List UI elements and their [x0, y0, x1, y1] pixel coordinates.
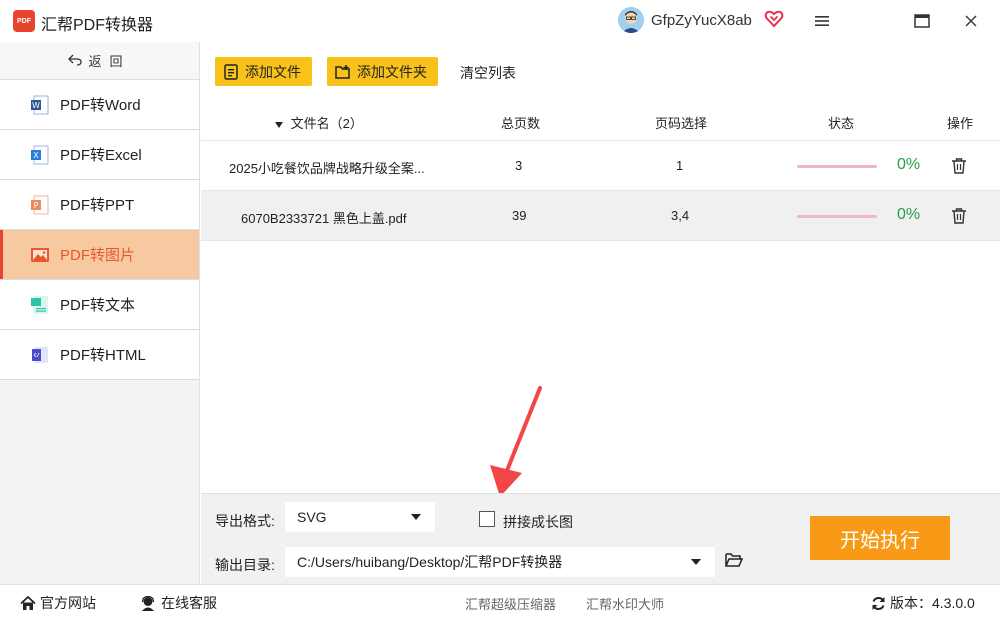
online-support-label: 在线客服 — [161, 595, 217, 611]
status-column-header: 状态 — [828, 116, 855, 131]
table-row[interactable]: 6070B2333721 黑色上盖.pdf 39 3,4 0% — [201, 191, 1000, 241]
sidebar-item-ppt[interactable]: P PDF转PPT — [0, 180, 199, 230]
close-icon[interactable] — [958, 8, 984, 34]
progress-percent: 0% — [897, 156, 921, 173]
title-bar: PDF 汇帮PDF转换器 GfpZyYucX8ab — [0, 0, 1000, 42]
output-dir-select[interactable]: C:/Users/huibang/Desktop/汇帮PDF转换器 — [285, 547, 715, 577]
format-value: SVG — [297, 509, 327, 525]
progress-percent: 0% — [897, 206, 921, 223]
add-file-button[interactable]: 添加文件 — [215, 57, 312, 86]
actions-column-header: 操作 — [947, 116, 974, 131]
super-compressor-link[interactable]: 汇帮超级压缩器 — [465, 594, 556, 613]
version-number: 4.3.0.0 — [932, 595, 975, 611]
back-label: 返回 — [88, 54, 131, 69]
html-icon — [30, 345, 50, 365]
page-select-cell[interactable]: 3,4 — [671, 208, 689, 223]
format-select[interactable]: SVG — [285, 502, 435, 532]
toolbar: 添加文件 添加文件夹 清空列表 — [201, 42, 1000, 100]
table-header: 文件名（2） 总页数 页码选择 状态 操作 — [201, 100, 1000, 141]
sidebar-item-word[interactable]: W PDF转Word — [0, 80, 199, 130]
chevron-down-icon — [691, 559, 701, 565]
sidebar-item-label: PDF转图片 — [60, 247, 136, 264]
back-button[interactable]: 返回 — [0, 42, 199, 80]
pages-column-header: 总页数 — [501, 116, 541, 131]
sidebar-item-image[interactable]: PDF转图片 — [0, 230, 199, 280]
username: GfpZyYucX8ab — [651, 12, 752, 29]
app-title: 汇帮PDF转换器 — [41, 17, 154, 34]
table-row[interactable]: 2025小吃餐饮品牌战略升级全案... 3 1 0% — [201, 141, 1000, 191]
output-dir-value: C:/Users/huibang/Desktop/汇帮PDF转换器 — [297, 554, 563, 570]
version-info[interactable]: 版本： 4.3.0.0 — [871, 593, 975, 613]
progress-bar — [797, 165, 877, 168]
version-label: 版本： — [890, 595, 932, 611]
format-label: 导出格式: — [215, 513, 275, 529]
official-website-label: 官方网站 — [40, 595, 96, 611]
merge-long-image-label[interactable]: 拼接成长图 — [503, 512, 573, 532]
trash-icon[interactable] — [951, 157, 967, 175]
sort-filename-header[interactable]: 文件名（2） — [275, 113, 363, 132]
ppt-icon: P — [30, 195, 50, 215]
image-icon — [30, 245, 50, 265]
annotation-arrow-icon — [480, 385, 550, 500]
sidebar-item-text[interactable]: PDF转文本 — [0, 280, 199, 330]
start-button[interactable]: 开始执行 — [810, 516, 950, 560]
output-dir-label: 输出目录: — [215, 557, 275, 573]
menu-icon[interactable] — [809, 8, 835, 34]
folder-open-icon[interactable] — [725, 552, 744, 568]
trash-icon[interactable] — [951, 207, 967, 225]
home-icon — [20, 595, 36, 611]
headset-icon — [140, 595, 156, 611]
clear-list-button[interactable]: 清空列表 — [460, 63, 516, 83]
sidebar-item-label: PDF转PPT — [60, 197, 135, 214]
filename-column-header: 文件名（2） — [290, 116, 363, 131]
avatar[interactable] — [618, 7, 644, 33]
add-folder-icon — [335, 64, 351, 80]
back-arrow-icon — [68, 53, 83, 69]
pages-cell: 3 — [515, 158, 523, 173]
options-panel: 导出格式: SVG 拼接成长图 输出目录: C:/Users/huibang/D… — [201, 493, 1000, 584]
sidebar-item-excel[interactable]: X PDF转Excel — [0, 130, 199, 180]
filename-cell: 6070B2333721 黑色上盖.pdf — [241, 211, 407, 226]
sidebar-item-html[interactable]: PDF转HTML — [0, 330, 199, 380]
add-file-label: 添加文件 — [245, 63, 301, 80]
filename-cell: 2025小吃餐饮品牌战略升级全案... — [229, 161, 425, 176]
add-folder-label: 添加文件夹 — [357, 63, 427, 80]
word-icon: W — [30, 95, 50, 115]
page-select-column-header: 页码选择 — [655, 116, 708, 131]
sort-down-icon — [275, 121, 283, 128]
refresh-icon — [871, 596, 886, 611]
footer: 官方网站 在线客服 汇帮超级压缩器 汇帮水印大师 版本： 4.3.0.0 — [0, 584, 1000, 617]
text-icon — [30, 295, 50, 315]
svg-text:X: X — [33, 151, 39, 160]
chevron-down-icon — [411, 514, 421, 520]
online-support-link[interactable]: 在线客服 — [140, 593, 217, 613]
official-website-link[interactable]: 官方网站 — [20, 593, 96, 613]
vip-heart-icon[interactable] — [764, 9, 784, 29]
svg-text:P: P — [34, 201, 39, 210]
progress-bar — [797, 215, 877, 218]
pages-cell: 39 — [512, 208, 527, 223]
sidebar-item-label: PDF转Word — [60, 97, 141, 114]
page-select-cell[interactable]: 1 — [676, 158, 683, 173]
sidebar: 返回 W PDF转Word X PDF转Excel P PDF转PPT PDF转… — [0, 42, 200, 584]
merge-long-image-checkbox[interactable] — [479, 511, 495, 527]
sidebar-item-label: PDF转HTML — [60, 347, 146, 364]
maximize-icon[interactable] — [909, 8, 935, 34]
add-folder-button[interactable]: 添加文件夹 — [327, 57, 438, 86]
sidebar-item-label: PDF转Excel — [60, 147, 142, 164]
sidebar-item-label: PDF转文本 — [60, 297, 136, 314]
app-logo-icon: PDF — [13, 10, 35, 32]
svg-text:W: W — [32, 101, 40, 110]
add-file-icon — [223, 63, 239, 80]
excel-icon: X — [30, 145, 50, 165]
watermark-master-link[interactable]: 汇帮水印大师 — [586, 594, 664, 613]
